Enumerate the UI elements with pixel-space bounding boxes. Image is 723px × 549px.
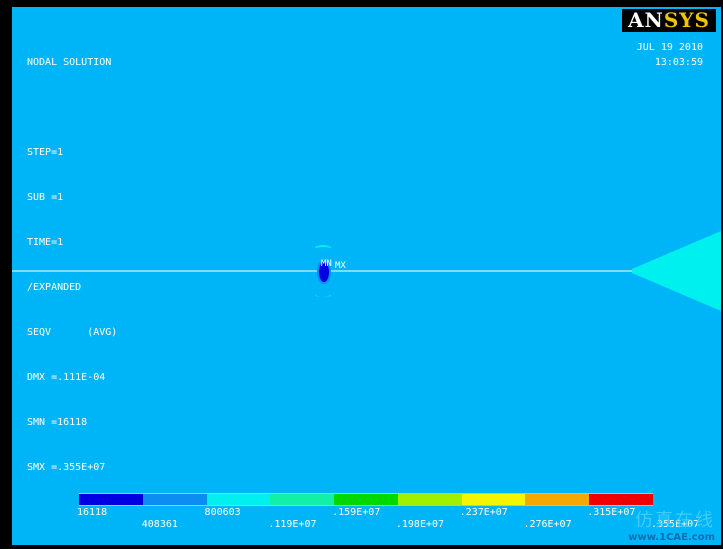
legend-swatch (142, 494, 207, 505)
legend-label: .237E+07 (459, 507, 508, 518)
timestamp: JUL 19 2010 13:03:59 (637, 40, 703, 70)
info-line (27, 100, 117, 115)
legend-label: .198E+07 (395, 519, 445, 530)
logo-text-a: AN (628, 8, 664, 32)
info-line: SMN =16118 (27, 417, 88, 428)
watermark-cn: 仿真在线 (635, 510, 715, 531)
legend-swatch (206, 494, 271, 505)
legend-label: .276E+07 (523, 519, 572, 530)
legend-label: 800603 (204, 507, 241, 518)
info-line: NODAL SOLUTION (27, 57, 112, 68)
legend-label: .159E+07 (332, 507, 381, 518)
info-line: STEP=1 (27, 147, 64, 158)
info-line: SMX =.355E+07 (27, 462, 106, 473)
legend-swatch (525, 494, 590, 505)
contour-legend-bar (79, 493, 654, 506)
legend-label: 16118 (77, 507, 108, 518)
date-label: JUL 19 2010 (636, 42, 703, 53)
info-line: SUB =1 (27, 192, 64, 203)
contour-region-bottom (315, 295, 331, 297)
info-line: TIME=1 (27, 237, 64, 248)
contour-region-right (632, 231, 721, 311)
contour-region-top (315, 245, 331, 248)
time-label: 13:03:59 (654, 57, 703, 68)
solution-info: NODAL SOLUTION STEP=1 SUB =1 TIME=1 /EXP… (27, 25, 117, 505)
legend-swatch (461, 494, 526, 505)
legend-label: 408361 (141, 519, 178, 530)
stress-contour-plot: MN MX (12, 231, 721, 311)
info-line: SEQV (AVG) (27, 327, 118, 338)
plot-viewport: MN MX NODAL SOLUTION STEP=1 SUB =1 TIME=… (12, 7, 721, 545)
info-line: /EXPANDED (27, 282, 82, 293)
ansys-logo: ANSYS (622, 9, 716, 32)
legend-swatch (334, 494, 398, 505)
watermark: 仿真在线 www.1CAE.com (628, 506, 715, 543)
legend-swatch (589, 494, 654, 505)
legend-label: .119E+07 (268, 519, 317, 530)
legend-swatch (270, 494, 335, 505)
mx-marker: MX (335, 261, 346, 271)
mn-marker: MN (321, 259, 332, 269)
legend-swatch (397, 494, 462, 505)
legend-swatch (79, 494, 143, 505)
logo-text-b: SYS (663, 8, 710, 32)
watermark-url: www.1CAE.com (628, 532, 715, 543)
info-line: DMX =.111E-04 (27, 372, 106, 383)
